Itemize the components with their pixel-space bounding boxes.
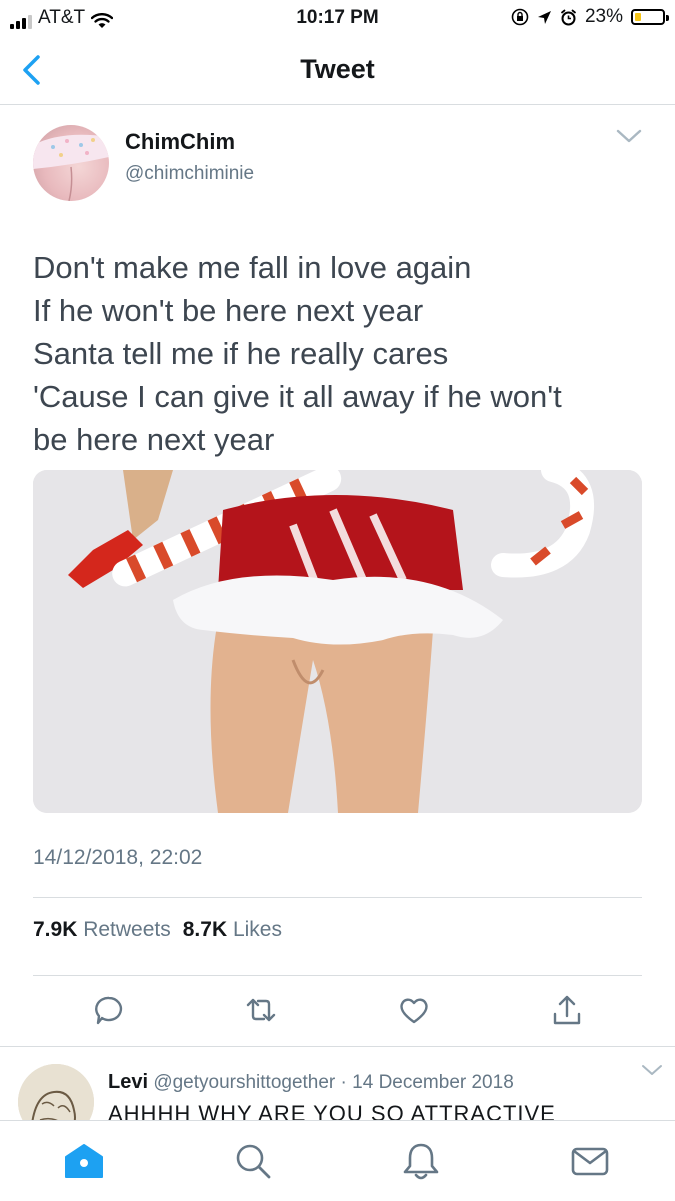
tweet-line: Santa tell me if he really cares	[33, 336, 449, 371]
likes-stat[interactable]: 8.7K Likes	[183, 918, 282, 942]
tweet-line: Don't make me fall in love again	[33, 250, 472, 285]
reply-button[interactable]	[91, 992, 127, 1028]
tweet-media-image[interactable]	[33, 470, 642, 813]
retweets-label: Retweets	[83, 918, 171, 941]
chevron-down-icon	[616, 129, 642, 143]
battery-percent: 23%	[584, 6, 623, 27]
retweet-icon	[246, 998, 276, 1022]
likes-label: Likes	[232, 918, 282, 941]
divider	[33, 897, 642, 898]
retweets-count: 7.9K	[33, 918, 78, 941]
notifications-icon	[403, 1143, 439, 1180]
chevron-down-icon	[642, 1065, 662, 1075]
reply-text: AHHHH WHY ARE YOU SO ATTRACTIVE	[108, 1101, 556, 1121]
rotation-lock-icon	[511, 8, 529, 26]
avatar-image	[33, 134, 109, 201]
alarm-icon	[561, 9, 576, 25]
tweet-stats: 7.9K Retweets 8.7K Likes	[33, 918, 282, 942]
reply-icon	[95, 996, 123, 1025]
reply-author-name[interactable]: Levi	[108, 1071, 148, 1093]
author-name[interactable]: ChimChim	[125, 129, 235, 155]
reply-author-handle[interactable]: @getyourshittogether	[153, 1072, 335, 1093]
location-icon	[537, 10, 551, 24]
author-avatar[interactable]	[33, 125, 109, 201]
reply-header: Levi @getyourshittogether · 14 December …	[108, 1071, 514, 1094]
tab-home[interactable]	[62, 1139, 106, 1183]
divider	[0, 1046, 675, 1047]
tab-search[interactable]	[231, 1139, 275, 1183]
tab-bar	[0, 1120, 675, 1201]
tweet-menu-button[interactable]	[614, 126, 644, 146]
divider	[33, 975, 642, 976]
status-bar: AT&T 10:17 PM 23%	[0, 0, 675, 36]
messages-icon	[571, 1147, 609, 1176]
tweet-actions	[0, 992, 675, 1032]
tweet-line: be here next year	[33, 422, 275, 457]
media-illustration	[33, 470, 642, 813]
battery-fill	[635, 13, 641, 21]
like-button[interactable]	[396, 992, 432, 1028]
status-right: 23%	[511, 6, 669, 28]
reply-date: 14 December 2018	[352, 1072, 514, 1093]
tab-messages[interactable]	[568, 1139, 612, 1183]
nav-header: Tweet	[0, 38, 675, 105]
tab-notifications[interactable]	[399, 1139, 443, 1183]
author-handle[interactable]: @chimchiminie	[125, 163, 254, 185]
search-icon	[236, 1144, 271, 1179]
tweet-line: 'Cause I can give it all away if he won'…	[33, 379, 562, 414]
retweet-button[interactable]	[243, 992, 279, 1028]
likes-count: 8.7K	[182, 918, 228, 941]
retweets-stat[interactable]: 7.9K Retweets	[33, 918, 171, 942]
page-title: Tweet	[300, 54, 375, 84]
like-icon	[400, 998, 428, 1024]
tweet-timestamp: 14/12/2018, 22:02	[33, 846, 203, 869]
tweet-text: Don't make me fall in love again If he w…	[33, 246, 643, 461]
share-icon	[553, 995, 581, 1025]
share-button[interactable]	[549, 992, 585, 1028]
reply-menu-button[interactable]	[640, 1062, 664, 1078]
battery-icon	[631, 9, 669, 25]
reply-separator: ·	[340, 1072, 347, 1093]
tweet-line: If he won't be here next year	[33, 293, 424, 328]
home-icon	[65, 1144, 103, 1178]
